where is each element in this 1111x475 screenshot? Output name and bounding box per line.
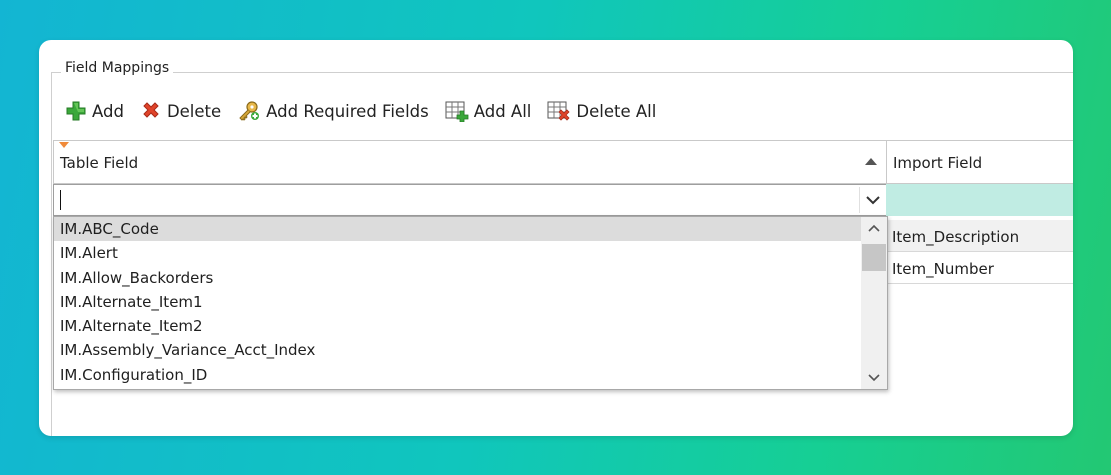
table-field-editor[interactable] — [53, 184, 887, 216]
delete-all-label: Delete All — [576, 101, 657, 121]
column-header-table-field[interactable]: Table Field — [53, 140, 887, 184]
scroll-thumb[interactable] — [862, 244, 886, 271]
dropdown-toggle-button[interactable] — [859, 187, 886, 213]
list-item[interactable]: IM.Alternate_Item2 — [54, 314, 887, 338]
dropdown-scrollbar[interactable] — [861, 217, 887, 389]
text-cursor — [60, 190, 61, 210]
chevron-down-icon — [868, 374, 880, 382]
import-field-cell[interactable]: Item_Number — [886, 252, 1073, 284]
add-button[interactable]: Add — [65, 100, 124, 122]
scroll-down-button[interactable] — [861, 367, 887, 389]
delete-label: Delete — [166, 101, 222, 121]
delete-button[interactable]: Delete — [140, 100, 221, 122]
sort-ascending-icon — [865, 158, 877, 165]
add-required-fields-label: Add Required Fields — [266, 101, 429, 121]
add-all-button[interactable]: Add All — [445, 100, 532, 122]
chevron-down-icon — [866, 195, 880, 204]
field-mappings-panel: Field Mappings Add Delete Add Required F… — [39, 40, 1073, 436]
column-header-import-field[interactable]: Import Field — [886, 140, 1073, 184]
table-field-dropdown-list[interactable]: IM.ABC_Code IM.Alert IM.Allow_Backorders… — [53, 216, 888, 390]
add-label: Add — [92, 101, 124, 121]
green-plus-icon — [66, 101, 86, 121]
import-field-editor-cell[interactable] — [886, 184, 1073, 216]
scroll-up-button[interactable] — [861, 217, 887, 239]
red-x-icon — [143, 102, 159, 118]
table-field-input[interactable] — [54, 185, 866, 215]
list-item[interactable]: IM.Configuration_ID — [54, 363, 887, 387]
list-item[interactable]: IM.ABC_Code — [54, 217, 887, 242]
import-field-cell[interactable]: Item_Description — [886, 220, 1073, 252]
list-item[interactable]: IM.Allow_Backorders — [54, 266, 887, 290]
chevron-up-icon — [868, 224, 880, 232]
field-mapping-grid: Table Field Import Field Item_Descriptio… — [53, 140, 1073, 436]
table-field-header-label: Table Field — [60, 154, 139, 172]
keys-icon — [239, 101, 260, 121]
grid-x-icon — [547, 101, 570, 121]
list-item[interactable]: IM.Alert — [54, 241, 887, 265]
import-field-header-label: Import Field — [893, 154, 983, 172]
add-required-fields-button[interactable]: Add Required Fields — [237, 100, 429, 122]
group-title: Field Mappings — [61, 60, 174, 76]
filter-indicator-icon — [59, 142, 69, 148]
add-all-label: Add All — [473, 101, 532, 121]
list-item[interactable]: IM.Alternate_Item1 — [54, 290, 887, 314]
delete-all-button[interactable]: Delete All — [547, 100, 656, 122]
grid-plus-icon — [445, 101, 469, 122]
toolbar: Add Delete Add Required Fields Add All D… — [65, 98, 672, 124]
list-item[interactable]: IM.Assembly_Variance_Acct_Index — [54, 338, 887, 362]
